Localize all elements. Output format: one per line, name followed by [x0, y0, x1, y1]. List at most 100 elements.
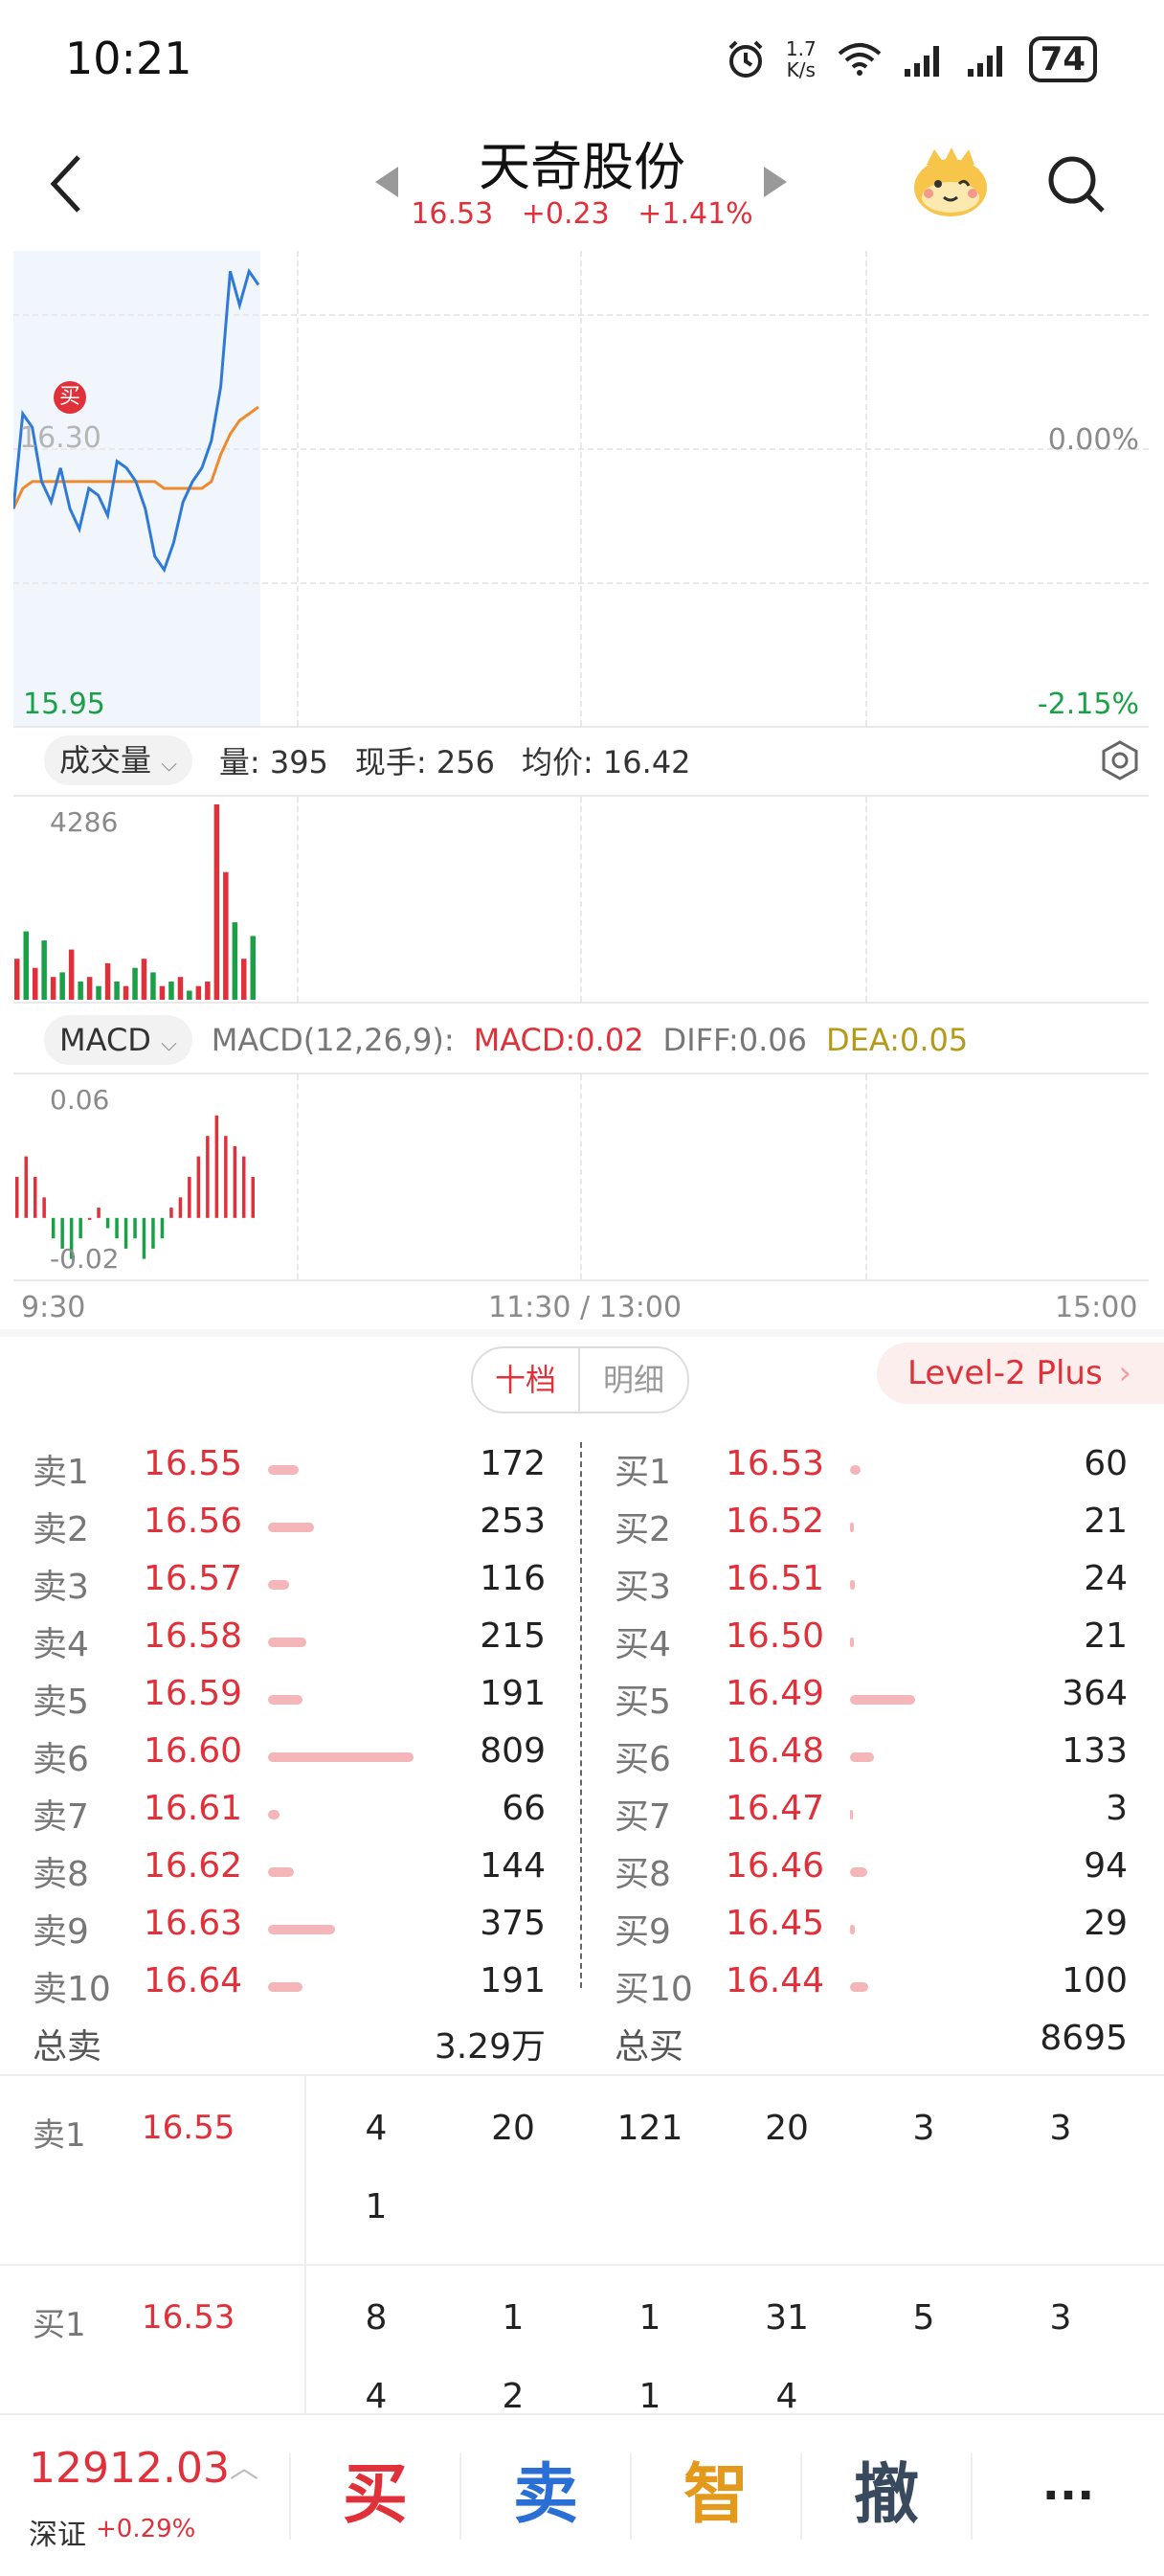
- queue-order-size: 4: [775, 2377, 798, 2413]
- indicator-selector[interactable]: 成交量 ⌵: [44, 735, 192, 785]
- macd-value: MACD:0.02: [473, 1022, 644, 1058]
- volume-bar: [78, 982, 83, 1000]
- search-icon[interactable]: [1045, 153, 1108, 216]
- sell-volume-bar: [268, 1867, 295, 1877]
- queue-order-size: 2: [502, 2377, 525, 2413]
- pct-mid-label: 0.00%: [1047, 423, 1139, 457]
- buy-level-price[interactable]: 16.53: [726, 1444, 824, 1483]
- buy-level-price[interactable]: 16.50: [726, 1616, 824, 1656]
- status-time: 10:21: [65, 33, 192, 84]
- macd-max-label: 0.06: [50, 1084, 110, 1116]
- price-change: +0.23: [521, 197, 610, 231]
- sell-volume-bar: [268, 1925, 336, 1934]
- buy-level-price[interactable]: 16.49: [726, 1674, 824, 1713]
- queue-buy1-orders: 8 1 1 31 5 3 4 2 1 4: [306, 2277, 1164, 2413]
- intraday-chart[interactable]: 16.30 买 0.00% 15.95 -2.15%: [13, 251, 1149, 726]
- buy-level-label: 买10: [615, 1970, 693, 2009]
- book-tab-group: 十档 明细: [471, 1346, 689, 1413]
- sell-volume-bar: [268, 1580, 289, 1590]
- volume-bar: [213, 804, 220, 1000]
- chevron-right-icon: ›: [1118, 1354, 1132, 1392]
- sell-button[interactable]: 卖: [461, 2415, 630, 2576]
- sell-level-price[interactable]: 16.60: [144, 1731, 242, 1771]
- queue-order-size: 1: [365, 2187, 388, 2226]
- settings-icon[interactable]: [1099, 739, 1141, 781]
- sell-level-label: 卖7: [33, 1797, 89, 1837]
- alarm-icon: [728, 40, 763, 78]
- more-icon[interactable]: ···: [973, 2415, 1164, 2576]
- time-axis-end: 15:00: [1055, 1291, 1138, 1324]
- sell-level-price[interactable]: 16.55: [144, 1444, 242, 1483]
- total-sell-label: 总卖: [33, 2027, 102, 2067]
- next-stock-icon[interactable]: [762, 165, 789, 199]
- buy-level-price[interactable]: 16.52: [726, 1502, 824, 1541]
- volume-bar: [168, 982, 174, 1000]
- signal-icon: [967, 46, 1002, 77]
- sell-level-volume: 375: [480, 1904, 546, 1943]
- buy-volume-bar: [850, 1695, 916, 1705]
- macd-chart[interactable]: 0.06 -0.02: [13, 1074, 1149, 1279]
- buy-level-price[interactable]: 16.44: [726, 1961, 824, 2000]
- sell-level-label: 卖2: [33, 1510, 89, 1549]
- volume-bar: [195, 985, 202, 1000]
- buy-level-price[interactable]: 16.47: [726, 1789, 824, 1828]
- buy-level-price[interactable]: 16.46: [726, 1846, 824, 1886]
- cancel-order-button[interactable]: 撤: [802, 2415, 971, 2576]
- smart-button[interactable]: 智: [632, 2415, 800, 2576]
- macd-indicator-selector[interactable]: MACD ⌵: [44, 1015, 192, 1065]
- sell-level-price[interactable]: 16.58: [144, 1616, 242, 1656]
- buy-level-price[interactable]: 16.45: [726, 1904, 824, 1943]
- time-axis-start: 9:30: [21, 1291, 86, 1324]
- pct-low-label: -2.15%: [1037, 688, 1139, 721]
- dea-value: DEA:0.05: [825, 1022, 969, 1058]
- level2-plus-button[interactable]: Level-2 Plus ›: [877, 1343, 1164, 1404]
- macd-histogram: [15, 1115, 255, 1259]
- bottom-trade-bar: 12912.03 ︿ 深证 +0.29% 买 卖 智 撤 ···: [0, 2413, 1164, 2576]
- buy-level-volume: 133: [1062, 1731, 1128, 1771]
- buy-level-price[interactable]: 16.51: [726, 1559, 824, 1598]
- macd-bar: [214, 1115, 219, 1218]
- queue-order-size: 3: [1049, 2109, 1072, 2148]
- queue-buy1-label: 买1: [33, 2306, 86, 2344]
- macd-bar: [78, 1217, 82, 1239]
- queue-order-size: 3: [912, 2109, 935, 2148]
- tab-ten-levels[interactable]: 十档: [473, 1348, 580, 1412]
- sell-level-price[interactable]: 16.64: [144, 1961, 242, 2000]
- sell-level-price[interactable]: 16.62: [144, 1846, 242, 1886]
- mascot-icon[interactable]: [909, 144, 992, 220]
- macd-bar: [42, 1197, 46, 1218]
- buy-marker-label: 买: [58, 385, 80, 409]
- sell-level-label: 卖3: [33, 1568, 89, 1607]
- queue-sell1-orders: 4 20 121 20 3 3 1: [306, 2088, 1164, 2260]
- buy-level-label: 买4: [615, 1625, 671, 1664]
- buy-marker[interactable]: 买: [54, 381, 86, 414]
- macd-bar: [51, 1217, 56, 1239]
- sell-level-volume: 172: [480, 1444, 546, 1483]
- buy-volume-bar: [850, 1523, 854, 1532]
- chevron-down-icon: ⌵: [161, 753, 177, 777]
- sell-level-price[interactable]: 16.56: [144, 1502, 242, 1541]
- sell-level-label: 卖5: [33, 1683, 89, 1722]
- volume-bar: [232, 922, 238, 1000]
- macd-bar: [97, 1208, 101, 1218]
- sell-volume-bar: [268, 1982, 302, 1992]
- tab-detail[interactable]: 明细: [580, 1348, 687, 1412]
- macd-bar: [142, 1217, 146, 1259]
- queue-order-size: 5: [912, 2298, 935, 2338]
- sell-volume-bar: [268, 1465, 300, 1475]
- chevron-up-icon: ︿: [230, 2452, 258, 2485]
- buy-level-label: 买7: [615, 1797, 671, 1837]
- index-value[interactable]: 12912.03: [29, 2444, 230, 2493]
- macd-bar: [178, 1197, 183, 1218]
- volume-bar: [187, 990, 192, 1000]
- volume-chart[interactable]: 4286: [13, 797, 1149, 1002]
- volume-bar: [104, 962, 111, 1000]
- sell-level-price[interactable]: 16.57: [144, 1559, 242, 1598]
- sell-level-price[interactable]: 16.59: [144, 1674, 242, 1713]
- sell-level-price[interactable]: 16.63: [144, 1904, 242, 1943]
- sell-level-price[interactable]: 16.61: [144, 1789, 242, 1828]
- signal-icon: [904, 46, 939, 77]
- buy-button[interactable]: 买: [291, 2415, 459, 2576]
- buy-level-price[interactable]: 16.48: [726, 1731, 824, 1771]
- status-icons: 1.7 K/s 74: [725, 33, 1097, 86]
